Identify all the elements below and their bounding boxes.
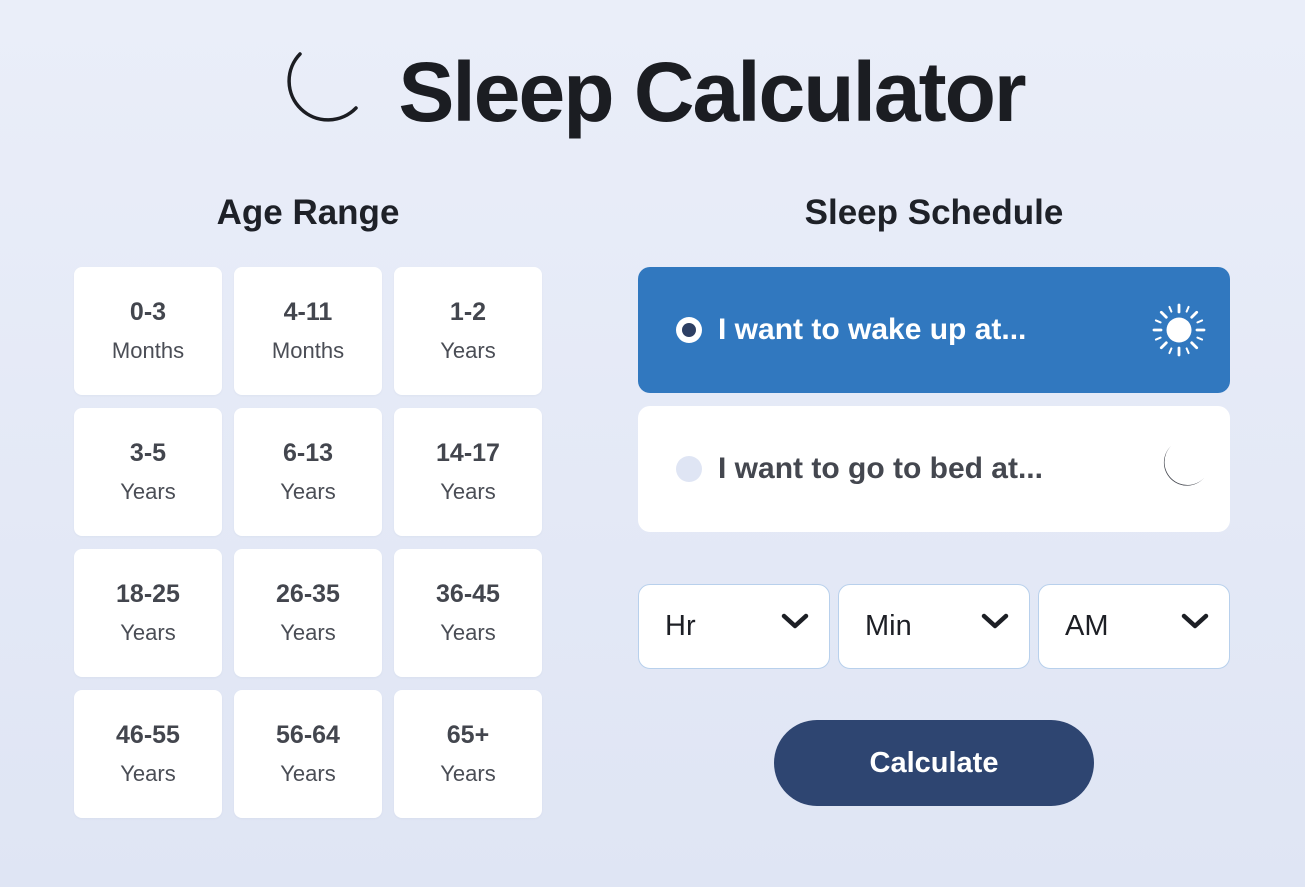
time-selects: Hr Min AM xyxy=(638,584,1230,669)
ampm-select[interactable]: AM xyxy=(1038,584,1230,669)
wake-up-option[interactable]: I want to wake up at... xyxy=(638,267,1230,393)
age-range-unit: Months xyxy=(111,338,185,363)
age-option-3-5-years[interactable]: 3-5 Years xyxy=(74,408,222,536)
ampm-select-value: AM xyxy=(1065,610,1109,642)
go-to-bed-radio[interactable] xyxy=(676,456,702,482)
age-range-value: 1-2 xyxy=(449,298,487,326)
age-range-value: 26-35 xyxy=(276,580,340,608)
chevron-down-icon xyxy=(1181,613,1209,629)
age-option-4-11-months[interactable]: 4-11 Months xyxy=(234,267,382,395)
moon-icon xyxy=(287,52,359,122)
age-range-unit: Months xyxy=(271,338,345,363)
age-range-value: 46-55 xyxy=(116,721,180,749)
age-range-unit: Years xyxy=(120,620,176,645)
age-range-value: 0-3 xyxy=(129,298,167,326)
age-range-unit: Years xyxy=(440,338,496,363)
age-range-value: 3-5 xyxy=(129,439,167,467)
age-option-36-45-years[interactable]: 36-45 Years xyxy=(394,549,542,677)
age-range-unit: Years xyxy=(440,620,496,645)
age-range-grid: 0-3 Months 4-11 Months 1-2 Years 3-5 Yea… xyxy=(74,267,542,818)
chevron-down-icon xyxy=(981,613,1009,629)
age-range-value: 36-45 xyxy=(436,580,500,608)
wake-up-radio[interactable] xyxy=(676,317,702,343)
age-range-unit: Years xyxy=(280,620,336,645)
age-range-unit: Years xyxy=(280,761,336,786)
age-option-46-55-years[interactable]: 46-55 Years xyxy=(74,690,222,818)
age-option-26-35-years[interactable]: 26-35 Years xyxy=(234,549,382,677)
age-option-1-2-years[interactable]: 1-2 Years xyxy=(394,267,542,395)
wake-up-label: I want to wake up at... xyxy=(718,313,1027,346)
age-option-14-17-years[interactable]: 14-17 Years xyxy=(394,408,542,536)
age-range-unit: Years xyxy=(280,479,336,504)
age-range-value: 18-25 xyxy=(116,580,180,608)
age-range-unit: Years xyxy=(120,761,176,786)
sun-icon xyxy=(1152,303,1206,357)
age-range-value: 14-17 xyxy=(436,439,500,467)
page-title: Sleep Calculator xyxy=(398,44,1026,139)
age-option-56-64-years[interactable]: 56-64 Years xyxy=(234,690,382,818)
age-range-unit: Years xyxy=(120,479,176,504)
age-range-value: 6-13 xyxy=(282,439,334,467)
page-header: Sleep Calculator xyxy=(0,44,1305,140)
age-option-6-13-years[interactable]: 6-13 Years xyxy=(234,408,382,536)
age-option-18-25-years[interactable]: 18-25 Years xyxy=(74,549,222,677)
age-option-65-plus-years[interactable]: 65+ Years xyxy=(394,690,542,818)
minute-select-value: Min xyxy=(865,610,912,642)
age-range-unit: Years xyxy=(440,479,496,504)
go-to-bed-label: I want to go to bed at... xyxy=(718,452,1043,485)
age-range-unit: Years xyxy=(440,761,496,786)
calculate-button[interactable]: Calculate xyxy=(774,720,1094,806)
age-range-title: Age Range xyxy=(216,193,400,232)
hour-select[interactable]: Hr xyxy=(638,584,830,669)
age-range-value: 56-64 xyxy=(276,721,340,749)
go-to-bed-option[interactable]: I want to go to bed at... xyxy=(638,406,1230,532)
age-range-value: 65+ xyxy=(446,721,490,749)
minute-select[interactable]: Min xyxy=(838,584,1030,669)
age-range-value: 4-11 xyxy=(283,298,333,326)
hour-select-value: Hr xyxy=(665,610,696,642)
age-option-0-3-months[interactable]: 0-3 Months xyxy=(74,267,222,395)
chevron-down-icon xyxy=(781,613,809,629)
moon-icon xyxy=(1163,446,1204,486)
sleep-schedule-title: Sleep Schedule xyxy=(804,193,1064,232)
